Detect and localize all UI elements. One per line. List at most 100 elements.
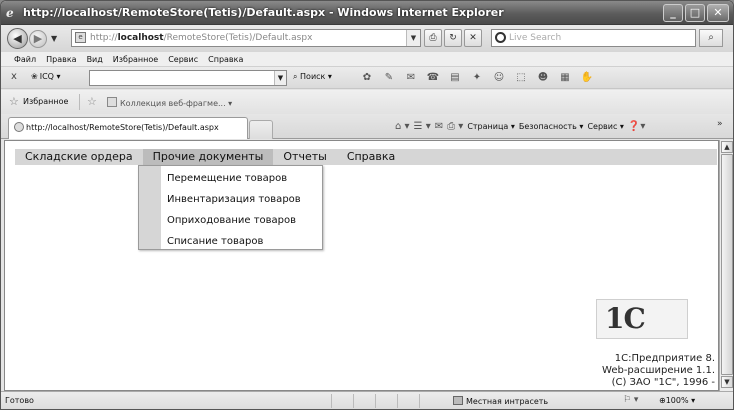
app-menu-reports[interactable]: Отчеты [273,149,336,165]
history-dropdown-icon[interactable]: ▼ [51,34,57,43]
toolbar-icon-3[interactable]: ✉ [403,71,419,85]
status-cells [331,394,441,408]
search-input[interactable]: Live Search [491,29,696,47]
refresh-button[interactable]: ↻ [444,29,462,47]
webslice-label: Коллекция веб-фрагме... [120,99,226,108]
webslice-icon [107,97,117,107]
app-menu-other-documents[interactable]: Прочие документы [142,149,274,165]
toolbar-icon-4[interactable]: ☎ [425,71,441,85]
back-button[interactable]: ◀ [7,28,28,49]
icq-search-button[interactable]: ⌕ Поиск ▾ [293,72,332,82]
intranet-icon [453,396,463,405]
page-content: Складские ордера Прочие документы Отчеты… [4,140,719,391]
toolbar-icon-11[interactable]: ✋ [579,71,595,85]
security-zone: Местная интрасеть [453,396,548,406]
page-menu[interactable]: Страница ▾ [467,120,515,133]
add-favorite-icon[interactable]: ☆ [87,95,97,108]
icq-search-label: Поиск [300,72,326,81]
mail-icon[interactable]: ✉ [435,120,443,133]
scroll-down-button[interactable]: ▼ [721,376,733,388]
scroll-thumb[interactable] [721,154,733,375]
icq-button[interactable]: ❀ ICQ ▾ [31,72,61,81]
dropdown-item-receipt[interactable]: Оприходование товаров [167,215,296,226]
page-icon: e [75,32,86,43]
menu-edit[interactable]: Правка [41,52,81,66]
footer-line-2: Web-расширение 1.1. [602,365,715,376]
toolbar-close-button[interactable]: x [11,71,17,82]
icq-toolbar: x ❀ ICQ ▾ ▼ ⌕ Поиск ▾ ✿ ✎ ✉ ☎ ▤ ✦ ☺ ⬚ ☻ ▦… [1,67,733,89]
toolbar-icon-8[interactable]: ⬚ [513,71,529,85]
live-search-icon [495,32,506,43]
magnifier-icon: ⌕ [293,72,298,81]
home-icon[interactable]: ⌂ ▾ [395,120,410,133]
zoom-button[interactable]: ⊕100% ▾ [659,396,695,405]
app-menu-help[interactable]: Справка [337,149,405,165]
dropdown-item-inventory[interactable]: Инвентаризация товаров [167,194,301,205]
address-prefix: http:// [90,33,118,43]
tab-label: http://localhost/RemoteStore(Tetis)/Defa… [26,123,219,132]
safety-menu[interactable]: Безопасность ▾ [519,120,584,133]
page-menu-label: Страница [467,122,509,131]
address-host: localhost [117,33,164,43]
arrow-left-icon: ◀ [13,32,22,45]
favorites-button[interactable]: Избранное [23,97,68,106]
app-menu-warehouse-orders[interactable]: Складские ордера [15,149,143,165]
favorites-star-icon[interactable]: ☆ [9,95,19,108]
tools-menu[interactable]: Сервис ▾ [587,120,623,133]
help-icon[interactable]: ❓▾ [628,120,645,133]
forward-button[interactable]: ▶ [29,30,47,48]
other-documents-dropdown: Перемещение товаров Инвентаризация товар… [138,165,323,250]
toolbar-icon-6[interactable]: ✦ [469,71,485,85]
tab-row: http://localhost/RemoteStore(Tetis)/Defa… [1,114,733,139]
menu-favorites[interactable]: Избранное [108,52,163,66]
search-button[interactable]: ⌕ [699,29,723,47]
arrow-right-icon: ▶ [33,32,43,45]
menu-tools[interactable]: Сервис [163,52,203,66]
menu-file[interactable]: Файл [9,52,41,66]
chevron-more-icon[interactable]: » [717,118,723,131]
icq-label: ICQ [39,72,54,81]
search-icon: ⌕ [708,32,714,43]
dropdown-icon-strip [139,166,161,249]
minimize-button[interactable]: _ [663,4,683,22]
toolbar-icon-10[interactable]: ▦ [557,71,573,85]
menu-bar: Файл Правка Вид Избранное Сервис Справка [1,52,733,67]
tools-menu-label: Сервис [587,122,618,131]
menu-view[interactable]: Вид [82,52,108,66]
stop-button[interactable]: ✕ [464,29,482,47]
protected-mode-icon[interactable]: ⚐ ▾ [623,395,638,405]
close-button[interactable]: ✕ [707,4,729,22]
toolbar-icon-7[interactable]: ☺ [491,71,507,85]
separator [79,94,80,110]
address-bar[interactable]: e http://localhost/RemoteStore(Tetis)/De… [71,29,421,47]
address-path: /RemoteStore(Tetis)/Default.aspx [163,33,313,43]
title-bar: e http://localhost/RemoteStore(Tetis)/De… [1,1,733,25]
footer-line-1: 1С:Предприятие 8. [614,353,715,364]
scroll-up-button[interactable]: ▲ [721,141,733,153]
compatibility-view-button[interactable]: ⎙ [424,29,442,47]
status-text: Готово [5,396,34,405]
icq-search-combo[interactable]: ▼ [89,70,287,86]
icq-flower-icon: ❀ [31,72,38,81]
feeds-icon[interactable]: ☰ ▾ [414,120,431,133]
vertical-scrollbar[interactable]: ▲ ▼ [719,140,733,391]
print-icon[interactable]: ⎙ ▾ [447,120,463,133]
tab-current[interactable]: http://localhost/RemoteStore(Tetis)/Defa… [8,117,248,139]
address-dropdown-icon[interactable]: ▼ [406,30,420,46]
menu-help[interactable]: Справка [203,52,248,66]
new-tab-button[interactable] [249,120,273,139]
1c-logo-text: 1С [605,302,646,335]
toolbar-icon-1[interactable]: ✿ [359,71,375,85]
maximize-button[interactable]: □ [685,4,705,22]
compat-icon: ⎙ [429,33,437,43]
combo-dropdown-icon[interactable]: ▼ [274,71,286,85]
dropdown-item-writeoff[interactable]: Списание товаров [167,236,263,247]
ie-icon: e [6,6,14,20]
stop-icon: ✕ [469,33,477,43]
webslice-gallery-link[interactable]: Коллекция веб-фрагме... ▾ [107,97,232,108]
toolbar-icon-5[interactable]: ▤ [447,71,463,85]
footer-line-3: (С) ЗАО "1С", 1996 - [611,377,715,388]
dropdown-item-transfer[interactable]: Перемещение товаров [167,173,287,184]
toolbar-icon-2[interactable]: ✎ [381,71,397,85]
toolbar-icon-9[interactable]: ☻ [535,71,551,85]
